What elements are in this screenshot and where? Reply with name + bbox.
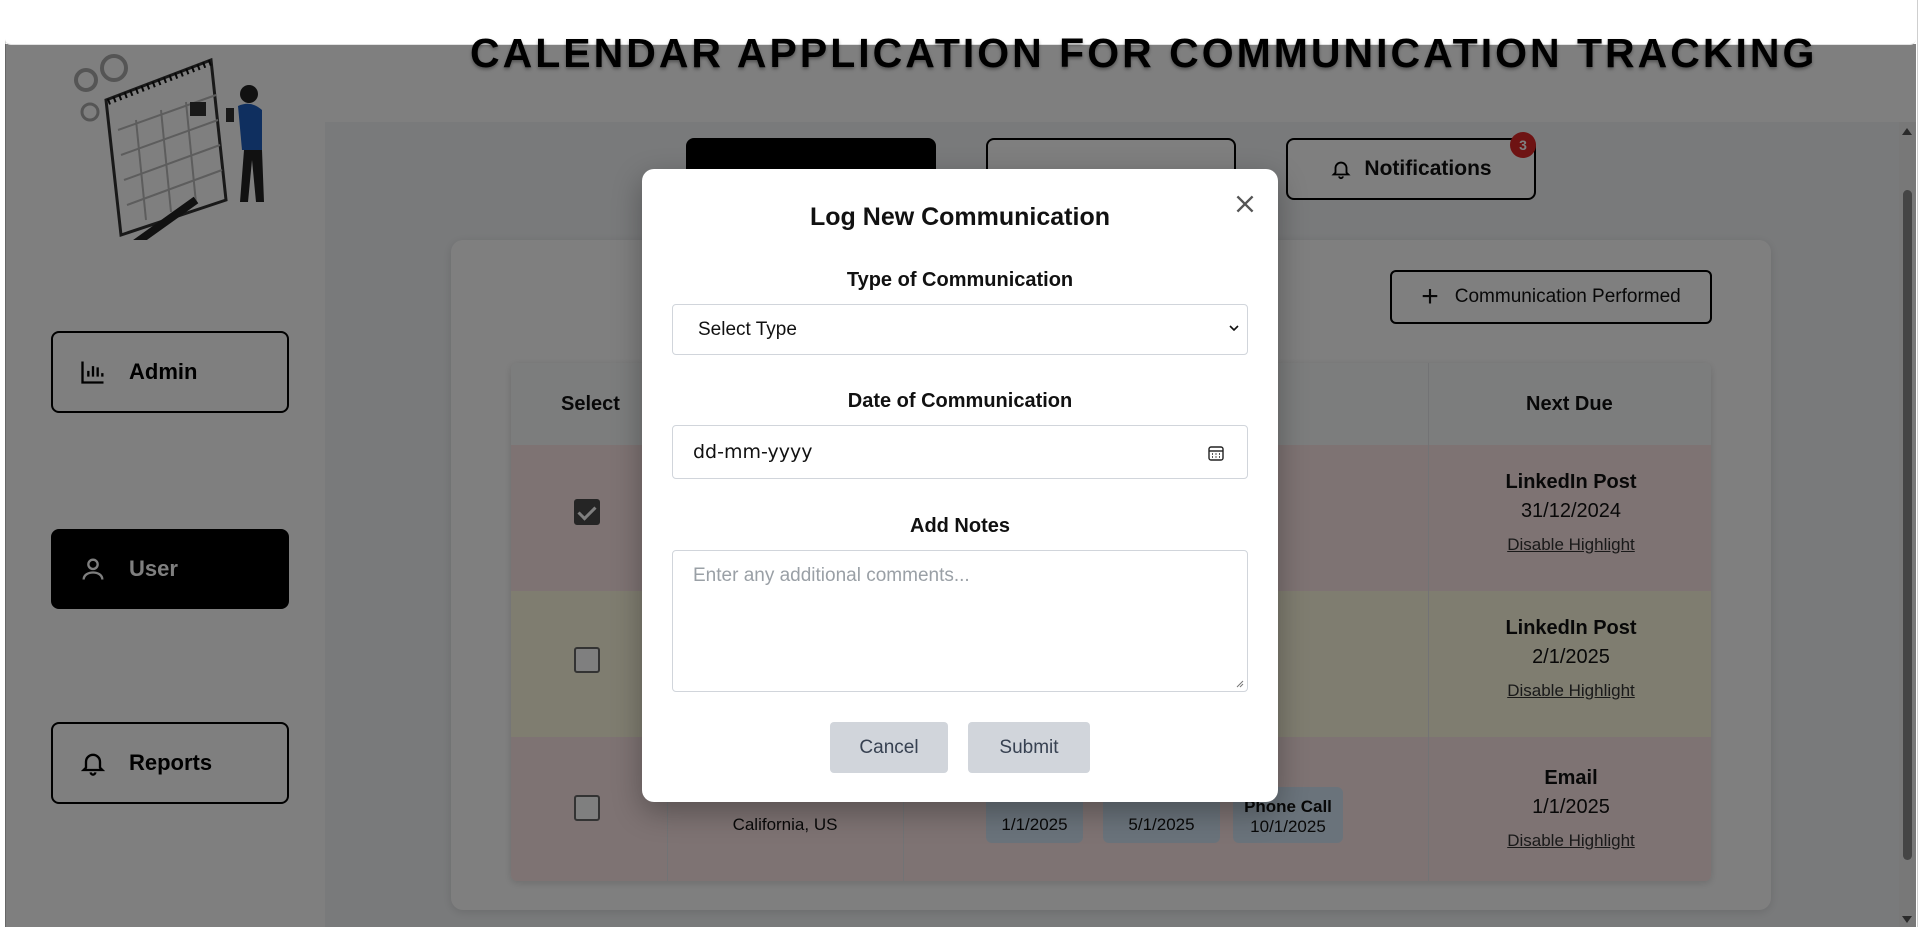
resize-handle-icon[interactable] [1236, 680, 1244, 688]
notes-textarea[interactable]: Enter any additional comments... [672, 550, 1248, 692]
close-icon[interactable] [1232, 191, 1258, 217]
submit-button[interactable]: Submit [968, 722, 1090, 773]
calendar-icon[interactable] [1207, 444, 1225, 462]
type-field-label: Type of Communication [846, 269, 1074, 291]
communication-date-input[interactable]: dd-mm-yyyy [672, 425, 1248, 479]
notes-field-label: Add Notes [910, 515, 1010, 537]
chevron-down-icon [1229, 325, 1239, 331]
dialog-title: Log New Communication [810, 203, 1110, 231]
communication-type-select[interactable]: Select Type [672, 304, 1248, 355]
cancel-button[interactable]: Cancel [830, 722, 948, 773]
page-title: CALENDAR APPLICATION FOR COMMUNICATION T… [470, 30, 1818, 76]
select-value: Select Type [698, 318, 797, 340]
date-field-label: Date of Communication [847, 390, 1073, 412]
notes-placeholder: Enter any additional comments... [693, 565, 970, 586]
date-placeholder: dd-mm-yyyy [693, 441, 813, 463]
log-communication-dialog: Log New Communication Type of Communicat… [642, 169, 1278, 802]
